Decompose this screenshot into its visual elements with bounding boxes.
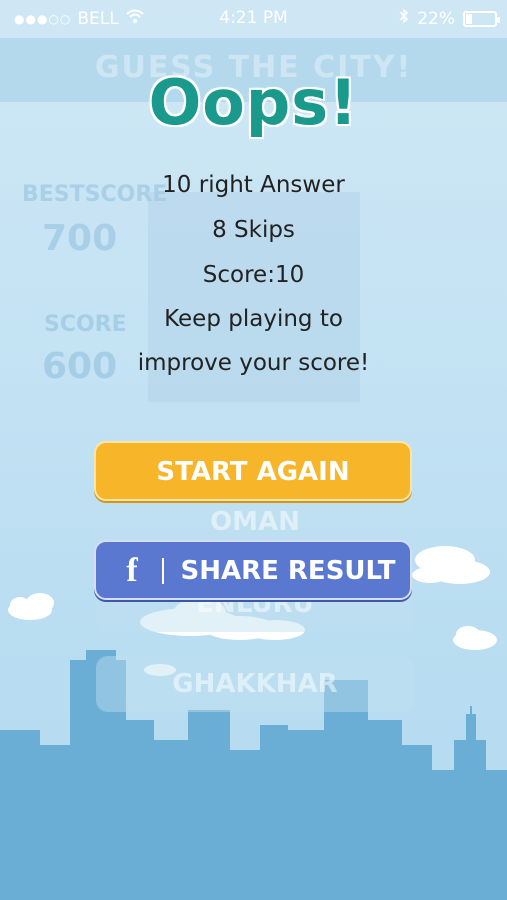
encouragement-line-2: improve your score!: [137, 350, 370, 376]
right-answers-text: 10 right Answer: [162, 172, 345, 198]
battery-percentage: 22%: [417, 8, 455, 29]
battery-icon: [463, 10, 500, 27]
answer-option: GHAKKHAR: [96, 656, 414, 712]
score-text: Score:10: [202, 262, 305, 288]
encouragement-line-1: Keep playing to: [164, 306, 343, 332]
cloud-icon: [412, 546, 490, 584]
divider: [162, 558, 164, 584]
share-result-button[interactable]: f SHARE RESULT: [94, 540, 412, 600]
share-result-label: SHARE RESULT: [180, 556, 396, 586]
start-again-button[interactable]: START AGAIN: [94, 441, 412, 501]
cloud-icon: [8, 593, 54, 620]
skips-text: 8 Skips: [212, 217, 295, 243]
bluetooth-icon: [399, 8, 409, 29]
facebook-icon: f: [126, 552, 138, 589]
cloud-icon: [453, 626, 497, 650]
popup-title: Oops!: [148, 66, 359, 139]
status-bar: ●●●○○ BELL 4:21 PM 22%: [0, 0, 507, 36]
